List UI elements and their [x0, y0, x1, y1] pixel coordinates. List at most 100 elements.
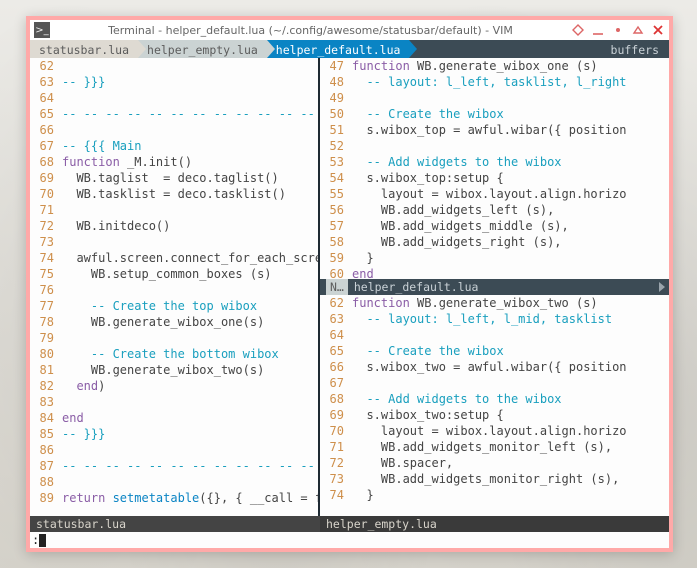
tab-helper-default-lua[interactable]: helper_default.lua [267, 40, 410, 58]
line-text: WB.generate_wibox_one(s) [62, 314, 318, 330]
line-number: 64 [320, 327, 352, 343]
line-number: 71 [320, 439, 352, 455]
tab-helper-empty-lua[interactable]: helper_empty.lua [138, 40, 267, 58]
line-text: WB.spacer, [352, 455, 669, 471]
code-line: 81 WB.generate_wibox_two(s) [30, 362, 318, 378]
code-line: 87-- -- -- -- -- -- -- -- -- -- -- -- -- [30, 458, 318, 474]
split-label: helper_default.lua [354, 279, 479, 295]
pane-right: 47function WB.generate_wibox_one (s)48 -… [320, 58, 669, 516]
line-text [352, 327, 669, 343]
tab-label: statusbar.lua [39, 43, 129, 57]
code-line: 68function _M.init() [30, 154, 318, 170]
tab-statusbar-lua[interactable]: statusbar.lua [30, 40, 138, 58]
line-text: WB.add_widgets_monitor_left (s), [352, 439, 669, 455]
terminal-window: >_ Terminal - helper_default.lua (~/.con… [26, 16, 673, 552]
line-number: 80 [30, 346, 62, 362]
tab-label: helper_empty.lua [147, 43, 258, 57]
line-number: 65 [320, 343, 352, 359]
line-text [62, 90, 318, 106]
line-text: WB.add_widgets_right (s), [352, 234, 669, 250]
line-text: WB.taglist = deco.taglist() [62, 170, 318, 186]
maximize-window-button[interactable] [631, 23, 645, 37]
code-line: 52 [320, 138, 669, 154]
line-text [62, 394, 318, 410]
dot-window-button[interactable] [611, 23, 625, 37]
statusline-left: statusbar.lua [30, 516, 320, 532]
terminal-body: statusbar.lua helper_empty.lua helper_de… [30, 40, 669, 548]
line-number: 66 [320, 359, 352, 375]
line-text [62, 58, 318, 74]
line-text: WB.setup_common_boxes (s) [62, 266, 318, 282]
close-window-button[interactable] [651, 23, 665, 37]
vim-tabline: statusbar.lua helper_empty.lua helper_de… [30, 40, 669, 58]
line-number: 63 [30, 74, 62, 90]
code-line: 62function WB.generate_wibox_two (s) [320, 295, 669, 311]
line-text: -- Add widgets to the wibox [352, 154, 669, 170]
line-text: s.wibox_top:setup { [352, 170, 669, 186]
pane-left[interactable]: 6263-- }}}6465-- -- -- -- -- -- -- -- --… [30, 58, 320, 516]
vim-cmdline[interactable]: : [30, 532, 669, 548]
line-number: 53 [320, 154, 352, 170]
line-text: WB.tasklist = deco.tasklist() [62, 186, 318, 202]
cmdline-cursor [39, 534, 46, 547]
code-line: 77 -- Create the top wibox [30, 298, 318, 314]
line-text: -- Create the wibox [352, 343, 669, 359]
line-number: 64 [30, 90, 62, 106]
line-number: 63 [320, 311, 352, 327]
window-titlebar[interactable]: >_ Terminal - helper_default.lua (~/.con… [30, 20, 669, 40]
line-number: 62 [30, 58, 62, 74]
line-number: 87 [30, 458, 62, 474]
shade-window-button[interactable] [571, 23, 585, 37]
code-right-bottom[interactable]: 62function WB.generate_wibox_two (s)63 -… [320, 295, 669, 516]
code-line: 72 WB.initdeco() [30, 218, 318, 234]
code-line: 65-- -- -- -- -- -- -- -- -- -- -- -- -- [30, 106, 318, 122]
minimize-window-button[interactable] [591, 23, 605, 37]
code-line: 53 -- Add widgets to the wibox [320, 154, 669, 170]
line-text [62, 202, 318, 218]
code-line: 71 [30, 202, 318, 218]
line-number: 62 [320, 295, 352, 311]
code-line: 85-- }}} [30, 426, 318, 442]
line-text: -- -- -- -- -- -- -- -- -- -- -- -- -- [62, 458, 318, 474]
line-text [62, 282, 318, 298]
line-number: 88 [30, 474, 62, 490]
line-number: 47 [320, 58, 352, 74]
code-line: 73 WB.add_widgets_monitor_right (s), [320, 471, 669, 487]
vim-statusline: statusbar.lua helper_empty.lua [30, 516, 669, 532]
code-line: 47function WB.generate_wibox_one (s) [320, 58, 669, 74]
code-line: 54 s.wibox_top:setup { [320, 170, 669, 186]
line-text: s.wibox_top = awful.wibar({ position [352, 122, 669, 138]
code-right-top[interactable]: 47function WB.generate_wibox_one (s)48 -… [320, 58, 669, 279]
line-number: 69 [320, 407, 352, 423]
line-number: 55 [320, 186, 352, 202]
code-line: 89return setmetatable({}, { __call = fun [30, 490, 318, 506]
line-text: -- }}} [62, 74, 318, 90]
code-line: 86 [30, 442, 318, 458]
line-number: 76 [30, 282, 62, 298]
line-number: 71 [30, 202, 62, 218]
pane-split-bar[interactable]: N… helper_default.lua [320, 279, 669, 295]
line-number: 56 [320, 202, 352, 218]
code-left[interactable]: 6263-- }}}6465-- -- -- -- -- -- -- -- --… [30, 58, 318, 516]
code-line: 56 WB.add_widgets_left (s), [320, 202, 669, 218]
editor-panes: 6263-- }}}6465-- -- -- -- -- -- -- -- --… [30, 58, 669, 516]
code-line: 67 [320, 375, 669, 391]
line-number: 82 [30, 378, 62, 394]
line-text: end [62, 410, 318, 426]
code-line: 50 -- Create the wibox [320, 106, 669, 122]
line-number: 73 [30, 234, 62, 250]
code-line: 83 [30, 394, 318, 410]
code-line: 75 WB.setup_common_boxes (s) [30, 266, 318, 282]
line-number: 83 [30, 394, 62, 410]
line-text: function _M.init() [62, 154, 318, 170]
line-number: 59 [320, 250, 352, 266]
line-text: s.wibox_two = awful.wibar({ position [352, 359, 669, 375]
line-text [352, 90, 669, 106]
line-number: 85 [30, 426, 62, 442]
line-text [352, 375, 669, 391]
code-line: 66 [30, 122, 318, 138]
line-number: 81 [30, 362, 62, 378]
code-line: 65 -- Create the wibox [320, 343, 669, 359]
code-line: 67-- {{{ Main [30, 138, 318, 154]
code-line: 70 layout = wibox.layout.align.horizo [320, 423, 669, 439]
